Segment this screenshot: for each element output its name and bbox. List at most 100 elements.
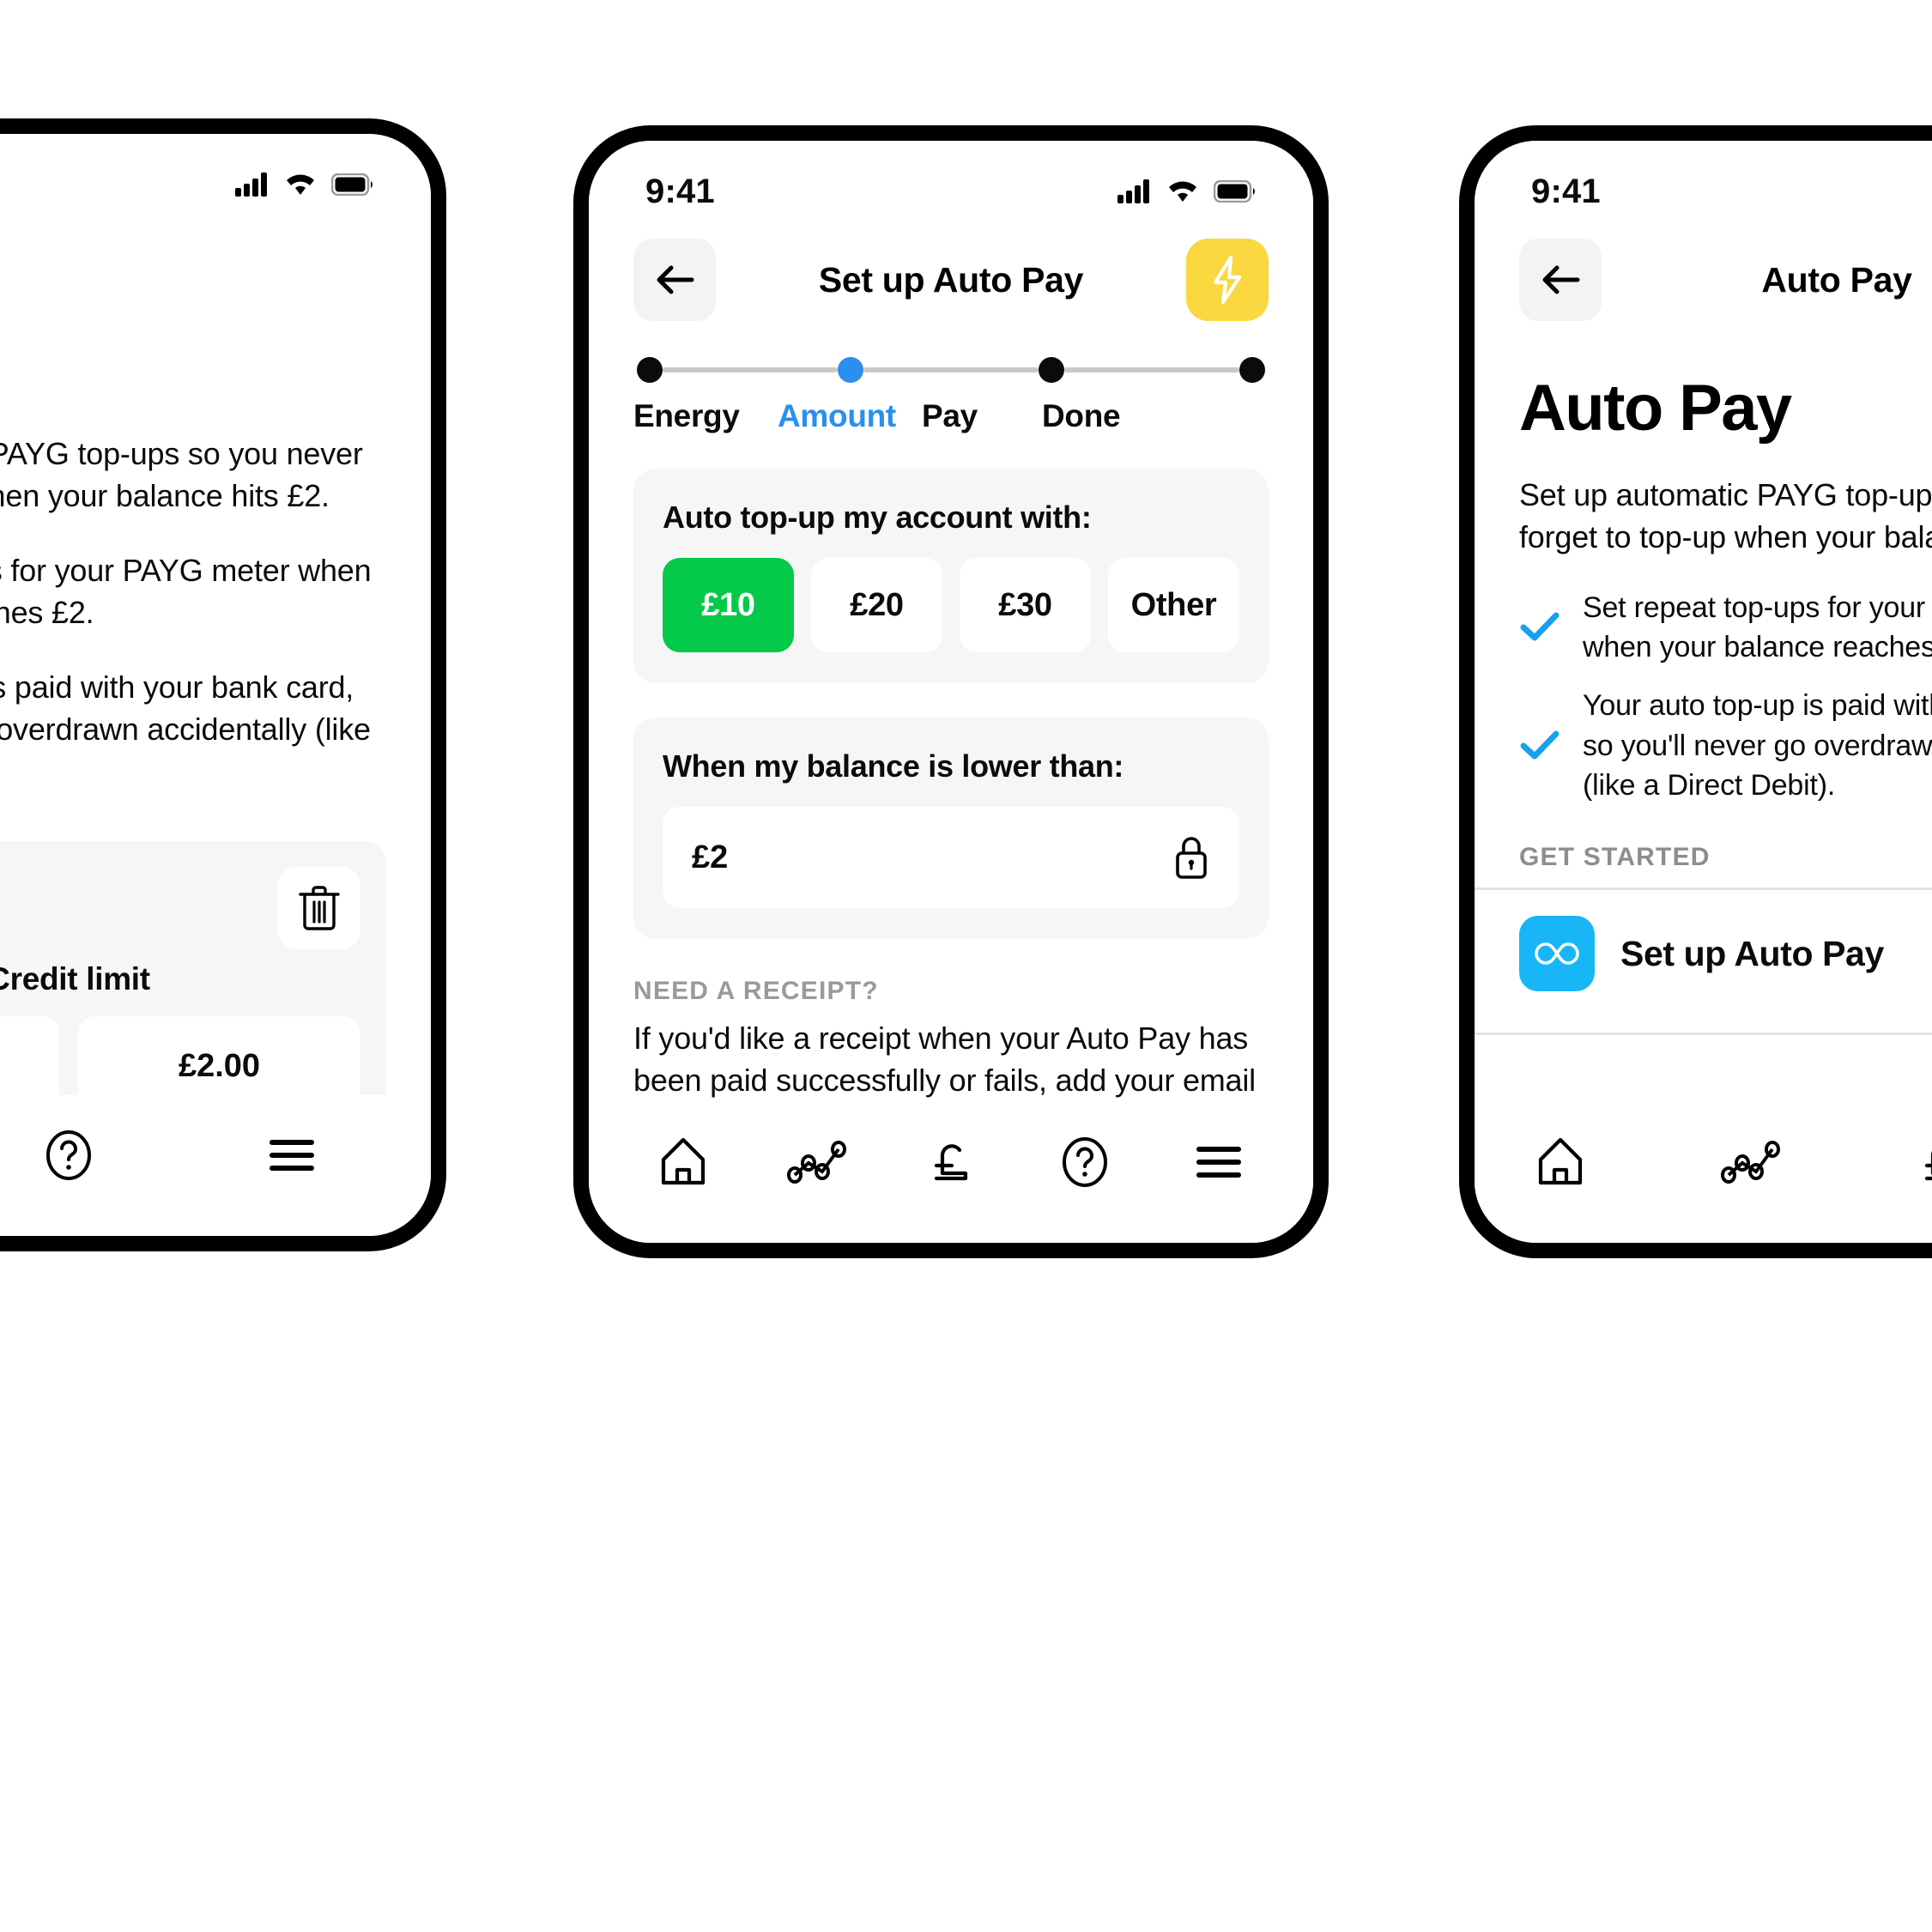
status-bar-right: 9:41 xyxy=(1475,141,1932,213)
get-started-eyebrow: GET STARTED xyxy=(1519,843,1711,872)
right-intro-copy: Set up automatic PAYG top-ups so you nev… xyxy=(1519,477,1932,554)
home-icon xyxy=(661,1137,706,1185)
status-bar-left xyxy=(0,134,431,206)
step-dot-done[interactable] xyxy=(1239,357,1265,383)
tab-usage-center[interactable] xyxy=(772,1117,862,1207)
delete-button[interactable] xyxy=(278,866,360,949)
progress-stepper: Energy Amount Pay Done xyxy=(589,324,1313,434)
nav-bar-right: Auto Pay xyxy=(1475,213,1932,324)
status-icons-left xyxy=(235,173,374,197)
infinity-icon-tile xyxy=(1519,916,1595,992)
nav-bar-center: Set up Auto Pay xyxy=(589,213,1313,324)
step-dot-pay[interactable] xyxy=(1039,357,1064,383)
amount-card: Auto top-up my account with: £10 £20 £30… xyxy=(633,469,1269,683)
wifi-icon xyxy=(1169,181,1196,202)
step-dot-amount[interactable] xyxy=(838,357,863,383)
list-item-label: Set up Auto Pay xyxy=(1620,933,1884,973)
menu-icon xyxy=(1196,1147,1241,1178)
signal-icon xyxy=(235,173,267,197)
help-icon xyxy=(1063,1137,1107,1187)
tab-help-left[interactable] xyxy=(24,1111,113,1200)
check-icon xyxy=(1520,612,1560,641)
benefit-list: Set repeat top-ups for your PAYG meter w… xyxy=(1475,559,1932,805)
check-icon xyxy=(1520,730,1560,760)
amount-options: £10 £20 £30 Other xyxy=(663,558,1239,652)
divider-bottom xyxy=(1475,1033,1932,1036)
step-label-energy[interactable]: Energy xyxy=(633,398,778,434)
back-arrow-icon xyxy=(1542,265,1580,294)
step-dot-energy[interactable] xyxy=(637,357,663,383)
step-label-done[interactable]: Done xyxy=(1042,398,1121,434)
step-label-pay[interactable]: Pay xyxy=(922,398,1042,434)
tab-home-center[interactable] xyxy=(639,1117,728,1207)
left-copy-bullet-1: Set repeat top-ups for your PAYG meter w… xyxy=(0,552,372,630)
tab-bar-left xyxy=(0,1095,431,1236)
step-label-amount[interactable]: Amount xyxy=(778,398,922,434)
threshold-card: When my balance is lower than: £2 xyxy=(633,718,1269,939)
lock-icon xyxy=(1176,837,1207,879)
left-copy-bullet-2: Your auto top-up is paid with your bank … xyxy=(0,669,371,747)
amount-option-10[interactable]: £10 xyxy=(663,558,794,652)
amount-option-20[interactable]: £20 xyxy=(811,558,942,652)
trash-icon xyxy=(299,885,340,930)
threshold-card-title: When my balance is lower than: xyxy=(663,748,1124,784)
phone-center: 9:41 Set up Auto Pay Energy Amount Pay D… xyxy=(573,125,1329,1258)
step-line-2 xyxy=(863,367,1039,372)
help-icon xyxy=(46,1130,91,1180)
page-title-right: Auto Pay xyxy=(1519,372,1792,445)
phone-center-screen: 9:41 Set up Auto Pay Energy Amount Pay D… xyxy=(589,141,1313,1243)
step-line-1 xyxy=(663,367,838,372)
step-line-3 xyxy=(1064,367,1239,372)
tab-menu-center[interactable] xyxy=(1174,1117,1263,1207)
amount-option-30[interactable]: £30 xyxy=(960,558,1091,652)
threshold-value: £2 xyxy=(692,839,729,875)
tab-pay-right[interactable] xyxy=(1897,1117,1932,1207)
back-arrow-icon xyxy=(657,265,694,294)
nav-title-left: Auto Pay xyxy=(0,206,431,281)
battery-icon xyxy=(1214,180,1255,203)
nav-title-right: Auto Pay xyxy=(1761,259,1912,300)
left-copy-intro: Set up automatic PAYG top-ups so you nev… xyxy=(0,436,363,513)
phone-right-screen: 9:41 Auto Pay Auto Pay Set up automatic … xyxy=(1475,141,1932,1243)
status-bar-center: 9:41 xyxy=(589,141,1313,213)
list-item-setup-auto-pay[interactable]: Set up Auto Pay xyxy=(1475,890,1932,1017)
benefit-item-1: Set repeat top-ups for your PAYG meter w… xyxy=(1519,588,1932,667)
tab-menu-left[interactable] xyxy=(247,1111,336,1200)
phone-left-screen: Auto Pay Set up automatic PAYG top-ups s… xyxy=(0,134,431,1236)
pound-icon xyxy=(934,1144,968,1181)
tab-bar-right xyxy=(1475,1102,1932,1243)
phone-right: 9:41 Auto Pay Auto Pay Set up automatic … xyxy=(1459,125,1932,1258)
tab-pay-center[interactable] xyxy=(906,1117,996,1207)
pound-icon xyxy=(1924,1151,1932,1181)
back-button-right[interactable] xyxy=(1519,239,1602,321)
usage-icon xyxy=(1721,1141,1780,1184)
wifi-icon xyxy=(287,174,314,195)
flash-button[interactable] xyxy=(1186,239,1269,321)
battery-icon xyxy=(331,173,372,196)
amount-option-other[interactable]: Other xyxy=(1108,558,1239,652)
tab-home-right[interactable] xyxy=(1516,1117,1605,1207)
phone-left: Auto Pay Set up automatic PAYG top-ups s… xyxy=(0,118,446,1251)
flash-icon xyxy=(1213,255,1242,305)
amount-card-title: Auto top-up my account with: xyxy=(663,500,1092,535)
menu-icon xyxy=(270,1140,314,1171)
tab-help-center[interactable] xyxy=(1040,1117,1130,1207)
signal-icon xyxy=(1117,179,1149,203)
benefit-item-2: Your auto top-up is paid with your bank … xyxy=(1519,686,1932,805)
status-icons-center xyxy=(1117,179,1257,203)
receipt-eyebrow: NEED A RECEIPT? xyxy=(633,977,879,1005)
home-icon xyxy=(1538,1137,1583,1185)
tab-bar-center xyxy=(589,1102,1313,1243)
screenshot-canvas: Auto Pay Set up automatic PAYG top-ups s… xyxy=(0,0,1932,1932)
status-time-center: 9:41 xyxy=(645,172,715,210)
usage-icon xyxy=(787,1141,846,1184)
stepper-labels: Energy Amount Pay Done xyxy=(633,398,1269,434)
benefit-text-2: Your auto top-up is paid with your bank … xyxy=(1583,689,1932,802)
stepper-track xyxy=(633,355,1269,385)
status-time-right: 9:41 xyxy=(1531,172,1601,210)
back-button-center[interactable] xyxy=(633,239,716,321)
credit-limit-label: Credit limit xyxy=(0,960,150,996)
tab-usage-right[interactable] xyxy=(1706,1117,1796,1207)
threshold-field[interactable]: £2 xyxy=(663,807,1239,908)
